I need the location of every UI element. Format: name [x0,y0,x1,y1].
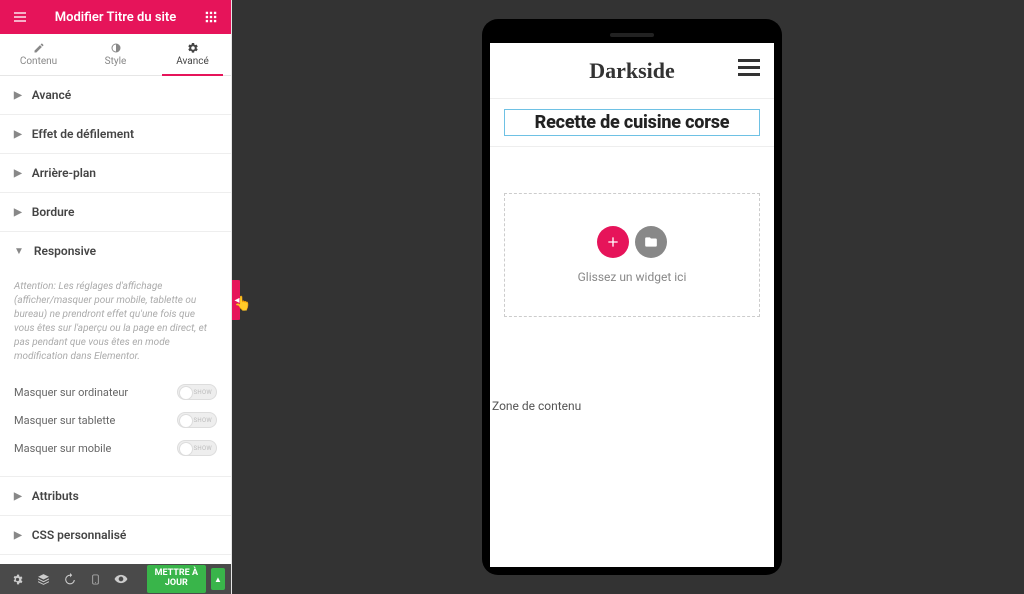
tab-advanced-label: Avancé [176,56,209,67]
dropzone-hint: Glissez un widget ici [578,270,687,284]
hide-tablet-toggle[interactable]: SHOW [177,412,217,428]
accordion-label: CSS personnalisé [32,528,127,542]
accordion-background[interactable]: ▶ Arrière-plan [0,154,231,192]
page-title-section: Recette de cuisine corse [490,99,774,147]
menu-icon[interactable] [8,5,32,29]
accordion-attributes[interactable]: ▶ Attributs [0,477,231,515]
template-library-button[interactable] [635,226,667,258]
chevron-right-icon: ▶ [14,90,22,101]
accordion-label: Effet de défilement [32,127,134,141]
preview-area: Darkside Recette de cuisine corse Gliss [240,0,1024,594]
accordion-custom-css[interactable]: ▶ CSS personnalisé [0,516,231,554]
responsive-mode-icon[interactable] [84,568,106,590]
chevron-right-icon: ▶ [14,207,22,218]
update-button[interactable]: METTRE À JOUR [147,565,206,593]
site-brand: Darkside [589,58,675,84]
hide-desktop-row: Masquer sur ordinateur SHOW [14,378,217,406]
accordion-label: Arrière-plan [32,166,96,180]
chevron-right-icon: ▶ [14,530,22,541]
panel-footer: METTRE À JOUR ▲ [0,564,231,594]
tab-content-label: Contenu [20,56,57,67]
history-icon[interactable] [58,568,80,590]
accordion-scroll-effect[interactable]: ▶ Effet de défilement [0,115,231,153]
hide-mobile-label: Masquer sur mobile [14,442,111,455]
tab-content[interactable]: Contenu [0,34,77,75]
accordion-border[interactable]: ▶ Bordure [0,193,231,231]
widget-dropzone[interactable]: Glissez un widget ici [504,193,760,317]
tab-advanced[interactable]: Avancé [154,34,231,75]
accordion-responsive[interactable]: ▼ Responsive [0,232,231,270]
panel-header: Modifier Titre du site [0,0,231,34]
update-options-caret[interactable]: ▲ [211,568,225,590]
hide-desktop-label: Masquer sur ordinateur [14,386,128,399]
hide-desktop-toggle[interactable]: SHOW [177,384,217,400]
add-widget-button[interactable] [597,226,629,258]
chevron-right-icon: ▶ [14,129,22,140]
tab-style-label: Style [105,56,127,67]
page-title[interactable]: Recette de cuisine corse [504,109,760,136]
hide-mobile-toggle[interactable]: SHOW [177,440,217,456]
content-zone-label: Zone de contenu [492,399,581,413]
settings-icon[interactable] [6,568,28,590]
preview-icon[interactable] [110,568,132,590]
accordion-label: Responsive [34,244,96,258]
device-frame: Darkside Recette de cuisine corse Gliss [482,19,782,575]
panel-title: Modifier Titre du site [32,10,199,25]
accordion-label: Avancé [32,88,72,102]
chevron-right-icon: ▶ [14,491,22,502]
hide-tablet-row: Masquer sur tablette SHOW [14,406,217,434]
chevron-right-icon: ▶ [14,168,22,179]
device-speaker [490,27,774,43]
dropzone-actions [597,226,667,258]
accordion-responsive-body: Attention: Les réglages d'affichage (aff… [0,270,231,476]
accordion-label: Bordure [32,205,75,219]
editor-panel: Modifier Titre du site Contenu Style Ava… [0,0,232,594]
hamburger-icon[interactable] [738,59,760,76]
panel-tabs: Contenu Style Avancé [0,34,231,76]
chevron-down-icon: ▼ [14,246,24,257]
hide-mobile-row: Masquer sur mobile SHOW [14,434,217,462]
accordion-label: Attributs [32,489,79,503]
tab-style[interactable]: Style [77,34,154,75]
accordion-advanced[interactable]: ▶ Avancé [0,76,231,114]
device-screen: Darkside Recette de cuisine corse Gliss [490,43,774,567]
panel-body: ▶ Avancé ▶ Effet de défilement ▶ Arrière… [0,76,231,564]
site-header: Darkside [490,43,774,99]
hide-tablet-label: Masquer sur tablette [14,414,115,427]
navigator-icon[interactable] [32,568,54,590]
responsive-warning: Attention: Les réglages d'affichage (aff… [14,280,217,364]
apps-icon[interactable] [199,5,223,29]
